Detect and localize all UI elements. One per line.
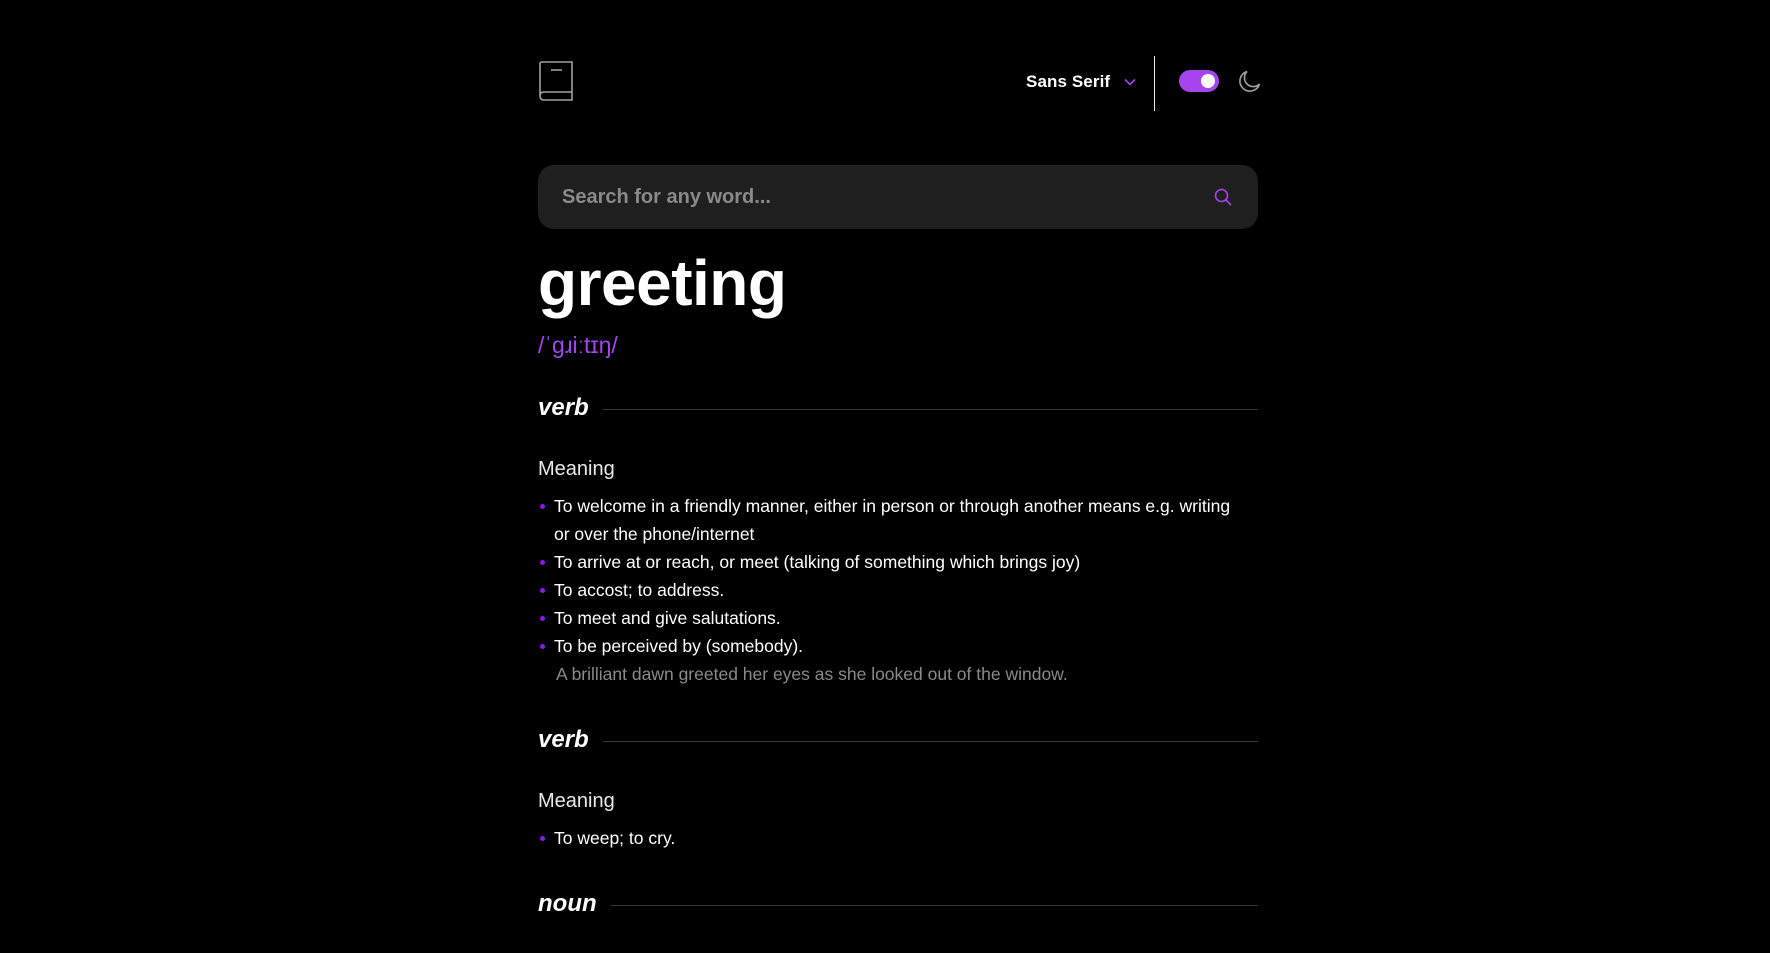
definition-item: To arrive at or reach, or meet (talking … — [538, 548, 1238, 576]
divider-line — [602, 740, 1258, 742]
word-title: greeting — [538, 247, 787, 319]
definition-example: A brilliant dawn greeted her eyes as she… — [556, 664, 1068, 684]
meaning-heading: Meaning — [538, 458, 615, 480]
bullet-icon — [540, 560, 545, 565]
search-icon[interactable] — [1214, 188, 1232, 206]
definition-text: To accost; to address. — [554, 580, 725, 600]
definition-item: To be perceived by (somebody). A brillia… — [538, 632, 1238, 688]
part-of-speech-label: noun — [538, 890, 597, 917]
definition-item: To weep; to cry. — [538, 824, 1238, 852]
bullet-icon — [540, 504, 545, 509]
part-of-speech-label: verb — [538, 726, 589, 753]
definition-item: To welcome in a friendly manner, either … — [538, 492, 1238, 548]
bullet-icon — [540, 616, 545, 621]
definition-text: To weep; to cry. — [554, 828, 676, 848]
font-select-label: Sans Serif — [1026, 72, 1111, 91]
header: Sans Serif — [538, 56, 1261, 111]
part-of-speech-header: verb — [538, 391, 1258, 425]
definition-item: To meet and give salutations. — [538, 604, 1238, 632]
part-of-speech-header: noun — [538, 887, 1258, 921]
search-input[interactable] — [538, 165, 1202, 229]
chevron-down-icon — [1124, 78, 1136, 86]
definition-list: To welcome in a friendly manner, either … — [538, 492, 1238, 688]
search-bar — [538, 165, 1258, 229]
bullet-icon — [540, 588, 545, 593]
definition-text: To be perceived by (somebody). — [554, 636, 804, 656]
definition-text: To welcome in a friendly manner, either … — [554, 496, 1231, 544]
divider-line — [602, 408, 1258, 410]
theme-toggle-knob — [1201, 74, 1215, 88]
moon-icon[interactable] — [1238, 69, 1262, 93]
definition-item: To accost; to address. — [538, 576, 1238, 604]
part-of-speech-label: verb — [538, 394, 589, 421]
phonetic-text: /ˈɡɹiːtɪŋ/ — [538, 332, 618, 358]
book-logo-icon[interactable] — [538, 61, 574, 101]
dictionary-page: Sans Serif greeting /ˈɡɹiːtɪŋ/ — [0, 0, 1770, 953]
font-family-select[interactable]: Sans Serif — [1026, 70, 1137, 94]
header-divider — [1154, 56, 1155, 111]
bullet-icon — [540, 836, 545, 841]
bullet-icon — [540, 644, 545, 649]
definition-list: To weep; to cry. — [538, 824, 1238, 852]
definition-text: To arrive at or reach, or meet (talking … — [554, 552, 1081, 572]
part-of-speech-header: verb — [538, 723, 1258, 757]
theme-toggle[interactable] — [1179, 70, 1219, 92]
divider-line — [610, 904, 1258, 906]
definition-text: To meet and give salutations. — [554, 608, 781, 628]
meaning-heading: Meaning — [538, 790, 615, 812]
